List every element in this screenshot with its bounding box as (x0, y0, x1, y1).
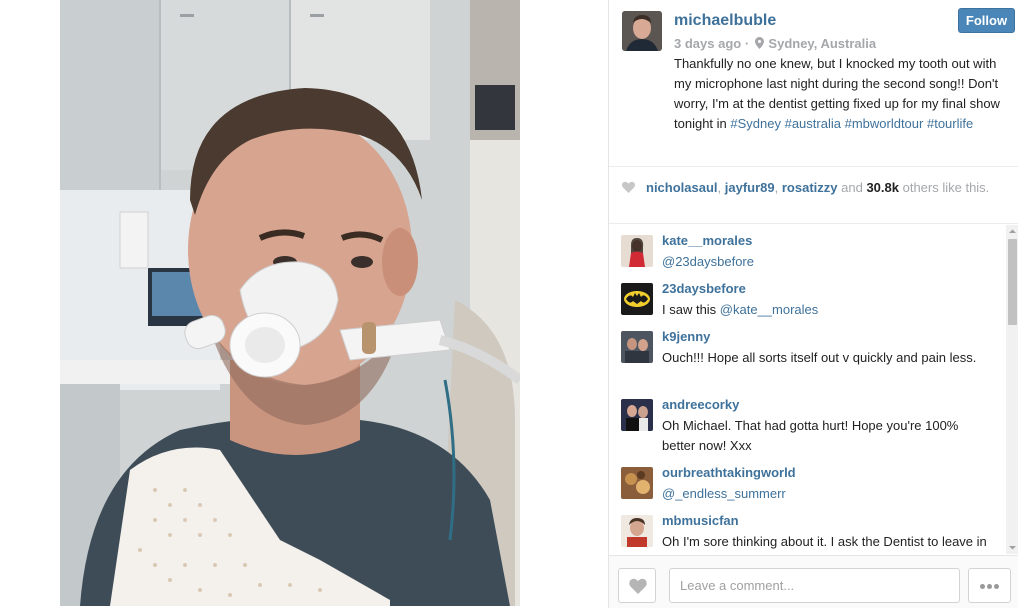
commenter-avatar-image (621, 331, 653, 363)
likes-count[interactable]: 30.8k (866, 180, 899, 195)
comment-footer (609, 555, 1018, 608)
hashtag-sydney[interactable]: #Sydney (730, 116, 781, 131)
more-options-icon (994, 584, 999, 589)
commenter-avatar[interactable] (621, 283, 653, 315)
comment-mention[interactable]: @23daysbefore (662, 254, 754, 269)
likes-row: nicholasaul, jayfur89, rosatizzy and 30.… (609, 166, 1018, 224)
heart-icon (622, 181, 635, 193)
heart-icon (629, 578, 647, 594)
likes-text: nicholasaul, jayfur89, rosatizzy and 30.… (646, 179, 996, 196)
comment-body: I saw this (662, 302, 720, 317)
owner-avatar-image (622, 11, 662, 51)
commenter-avatar-image (621, 399, 653, 431)
post-meta: 3 days ago · Sydney, Australia (674, 36, 876, 51)
post-time[interactable]: 3 days ago (674, 36, 741, 51)
like-button[interactable] (618, 568, 656, 603)
commenter-username[interactable]: kate__morales (662, 233, 752, 248)
commenter-avatar[interactable] (621, 331, 653, 363)
more-options-icon (980, 584, 985, 589)
hashtag-australia[interactable]: #australia (785, 116, 841, 131)
liker-username[interactable]: nicholasaul (646, 180, 718, 195)
comment-text: I saw this @kate__morales (662, 300, 992, 320)
liker-username[interactable]: rosatizzy (782, 180, 838, 195)
more-options-icon (987, 584, 992, 589)
comment-mention[interactable]: @_endless_summerr (662, 486, 786, 501)
likes-and: and (837, 180, 867, 195)
commenter-avatar-image (621, 235, 653, 267)
photo-illustration (60, 0, 520, 606)
owner-avatar[interactable] (622, 11, 662, 51)
comments-list[interactable]: kate__morales @23daysbefore 23daysbefore… (609, 225, 1018, 554)
commenter-avatar-image (621, 467, 653, 499)
comments-scrollbar[interactable] (1006, 225, 1018, 554)
commenter-username[interactable]: 23daysbefore (662, 281, 746, 296)
scrollbar-thumb[interactable] (1008, 239, 1017, 325)
likes-separator: , (774, 180, 782, 195)
post-caption: Thankfully no one knew, but I knocked my… (674, 54, 1004, 134)
post-header: michaelbuble 3 days ago · Sydney, Austra… (609, 0, 1018, 166)
commenter-avatar[interactable] (621, 515, 653, 547)
meta-separator: · (744, 36, 750, 51)
post-photo[interactable] (60, 0, 520, 606)
location-pin-icon (754, 37, 764, 49)
commenter-username[interactable]: k9jenny (662, 329, 710, 344)
more-options-button[interactable] (968, 568, 1011, 603)
hashtag-mbworldtour[interactable]: #mbworldtour (845, 116, 924, 131)
scroll-down-icon[interactable] (1006, 541, 1018, 554)
commenter-avatar-image (621, 283, 653, 315)
likes-separator: , (717, 180, 725, 195)
scroll-up-icon[interactable] (1006, 225, 1018, 238)
commenter-avatar[interactable] (621, 467, 653, 499)
comment-text: @_endless_summerr (662, 484, 992, 504)
liker-username[interactable]: jayfur89 (725, 180, 775, 195)
commenter-avatar[interactable] (621, 399, 653, 431)
commenter-avatar[interactable] (621, 235, 653, 267)
comment-text: @23daysbefore (662, 252, 992, 272)
hashtag-tourlife[interactable]: #tourlife (927, 116, 973, 131)
owner-username[interactable]: michaelbuble (674, 12, 776, 30)
post-details-panel: michaelbuble 3 days ago · Sydney, Austra… (608, 0, 1018, 608)
comment-mention[interactable]: @kate__morales (720, 302, 818, 317)
follow-button[interactable]: Follow (958, 8, 1015, 33)
commenter-username[interactable]: ourbreathtakingworld (662, 465, 796, 480)
commenter-username[interactable]: andreecorky (662, 397, 739, 412)
comment-text: Ouch!!! Hope all sorts itself out v quic… (662, 350, 977, 365)
comment-text: Oh Michael. That had gotta hurt! Hope yo… (662, 418, 959, 453)
likes-suffix: others like this. (898, 180, 990, 195)
commenter-avatar-image (621, 515, 653, 547)
post-location[interactable]: Sydney, Australia (768, 36, 876, 51)
comment-text: Oh I'm sore thinking about it. I ask the… (662, 534, 987, 549)
comment-input[interactable] (669, 568, 960, 603)
photo-pane (0, 0, 608, 608)
commenter-username[interactable]: mbmusicfan (662, 513, 739, 528)
